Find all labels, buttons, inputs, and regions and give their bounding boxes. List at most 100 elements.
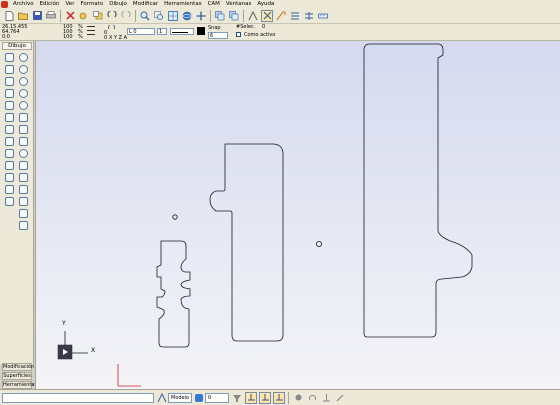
polyline-tool-icon[interactable] xyxy=(5,77,14,86)
pan-icon[interactable] xyxy=(195,10,207,22)
toolbar-separator xyxy=(135,9,136,22)
filter-icon[interactable] xyxy=(232,393,242,403)
save-icon[interactable] xyxy=(31,10,43,22)
layers-icon[interactable] xyxy=(214,10,226,22)
bezier-tool-icon[interactable] xyxy=(19,173,28,182)
app-icon[interactable] xyxy=(1,0,8,8)
grid-pattern-icon[interactable] xyxy=(87,26,95,38)
drawing-canvas[interactable]: Y X xyxy=(35,41,560,389)
ellipse-arc-tool-icon[interactable] xyxy=(19,125,28,134)
measure-status-icon[interactable] xyxy=(320,392,332,404)
cad-hole-left[interactable] xyxy=(172,214,178,220)
menu-modificar[interactable]: Modificar xyxy=(130,0,161,8)
properties-icon[interactable] xyxy=(275,10,287,22)
dimension-tool-icon[interactable] xyxy=(5,173,14,182)
copy-icon[interactable] xyxy=(78,10,90,22)
menu-cam[interactable]: CAM xyxy=(205,0,223,8)
arc-center-tool-icon[interactable] xyxy=(19,113,28,122)
redo-icon[interactable] xyxy=(120,10,132,22)
distribute-icon[interactable] xyxy=(303,10,315,22)
selection-count: 0 xyxy=(262,24,266,30)
tab-superficies[interactable]: Superficies xyxy=(2,372,32,380)
menu-edicion[interactable]: Edición xyxy=(37,0,63,8)
leader-tool-icon[interactable] xyxy=(5,197,14,206)
hatch-tool-icon[interactable] xyxy=(5,137,14,146)
measure-icon[interactable] xyxy=(317,10,329,22)
arc-3pt-tool-icon[interactable] xyxy=(19,65,28,74)
statusbar-separator xyxy=(288,391,289,404)
cad-part-medium[interactable] xyxy=(209,143,284,342)
polygon-tool-icon[interactable] xyxy=(19,137,28,146)
image-tool-icon[interactable] xyxy=(5,161,14,170)
circle-tool-icon[interactable] xyxy=(5,125,14,134)
cut-icon[interactable] xyxy=(64,10,76,22)
open-folder-icon[interactable] xyxy=(17,10,29,22)
snap-mode-2-icon[interactable] xyxy=(259,391,271,404)
hide-icon[interactable] xyxy=(292,392,304,404)
print-icon[interactable] xyxy=(45,10,57,22)
ellipse-tool-icon[interactable] xyxy=(19,149,28,158)
menu-dibujo[interactable]: Dibujo xyxy=(106,0,130,8)
panel-title: Dibujo xyxy=(2,42,32,50)
curve-tool-icon[interactable] xyxy=(19,161,28,170)
ortho-icon[interactable] xyxy=(261,9,273,22)
circle-tangent-tool-icon[interactable] xyxy=(19,101,28,110)
align-icon[interactable] xyxy=(289,10,301,22)
layer-color-icon[interactable] xyxy=(195,393,203,402)
line-width-input[interactable]: L 0 xyxy=(127,28,155,35)
zoom-window-icon[interactable] xyxy=(153,10,165,22)
perpendicular-tool-icon[interactable] xyxy=(5,101,14,110)
color-swatch[interactable] xyxy=(197,27,205,35)
layer-select[interactable]: 0 xyxy=(205,392,229,403)
tab-modificacion[interactable]: Modificación xyxy=(2,363,34,371)
circle-2pt-tool-icon[interactable] xyxy=(19,77,28,86)
selection-label: #Selec. xyxy=(236,24,256,30)
model-space-icon[interactable] xyxy=(157,392,167,403)
rotate-icon[interactable] xyxy=(108,24,116,30)
tab-herramientas[interactable]: Herramientas xyxy=(2,381,37,389)
offset-tool-icon[interactable] xyxy=(19,185,28,194)
snap-icon[interactable] xyxy=(247,10,259,22)
text-tool-icon[interactable] xyxy=(5,149,14,158)
space-select[interactable]: Modelo xyxy=(168,392,192,403)
refresh-icon[interactable] xyxy=(306,392,318,404)
arc-tool-icon[interactable] xyxy=(19,53,28,62)
zoom-extents-icon[interactable] xyxy=(167,10,179,22)
drawing-surface[interactable] xyxy=(36,41,560,389)
rectangle-tool-icon[interactable] xyxy=(5,113,14,122)
menu-herramientas[interactable]: Herramientas xyxy=(161,0,204,8)
cad-part-large[interactable] xyxy=(363,43,473,338)
cad-part-small[interactable] xyxy=(156,240,191,348)
cad-hole-right[interactable] xyxy=(315,240,322,247)
snap-mode-1-icon[interactable] xyxy=(245,391,257,404)
layer-value: 0 xyxy=(208,394,212,401)
new-file-icon[interactable] xyxy=(3,10,15,22)
menu-archivo[interactable]: Archivo xyxy=(10,0,37,8)
orbit-icon[interactable] xyxy=(181,10,193,22)
undo-icon[interactable] xyxy=(106,10,118,22)
menu-ver[interactable]: Ver xyxy=(62,0,77,8)
layer-list-icon[interactable] xyxy=(228,10,240,22)
active-checkbox[interactable] xyxy=(236,32,241,37)
menu-ventanas[interactable]: Ventanas xyxy=(223,0,254,8)
toolbar-separator xyxy=(60,9,61,22)
spline-tool-icon[interactable] xyxy=(5,185,14,194)
menu-formato[interactable]: Formato xyxy=(77,0,106,8)
angle-tool-icon[interactable] xyxy=(5,89,14,98)
pen-icon[interactable] xyxy=(334,392,346,404)
point-tool-icon[interactable] xyxy=(5,53,14,62)
zoom-icon[interactable] xyxy=(139,10,151,22)
snap-mode-3-icon[interactable] xyxy=(273,391,285,404)
line-type-select[interactable] xyxy=(170,28,194,35)
block-tool-icon[interactable] xyxy=(19,197,28,206)
snap-value-input[interactable]: 6 xyxy=(208,32,228,39)
line-count-input[interactable]: 1 xyxy=(157,28,167,35)
menu-ayuda[interactable]: Ayuda xyxy=(254,0,277,8)
circle-3pt-tool-icon[interactable] xyxy=(19,89,28,98)
table-tool-icon[interactable] xyxy=(19,221,28,230)
line-tool-icon[interactable] xyxy=(5,65,14,74)
command-input[interactable] xyxy=(2,392,154,403)
paste-icon[interactable] xyxy=(92,10,104,22)
main-toolbar xyxy=(0,8,560,24)
insert-tool-icon[interactable] xyxy=(19,209,28,218)
